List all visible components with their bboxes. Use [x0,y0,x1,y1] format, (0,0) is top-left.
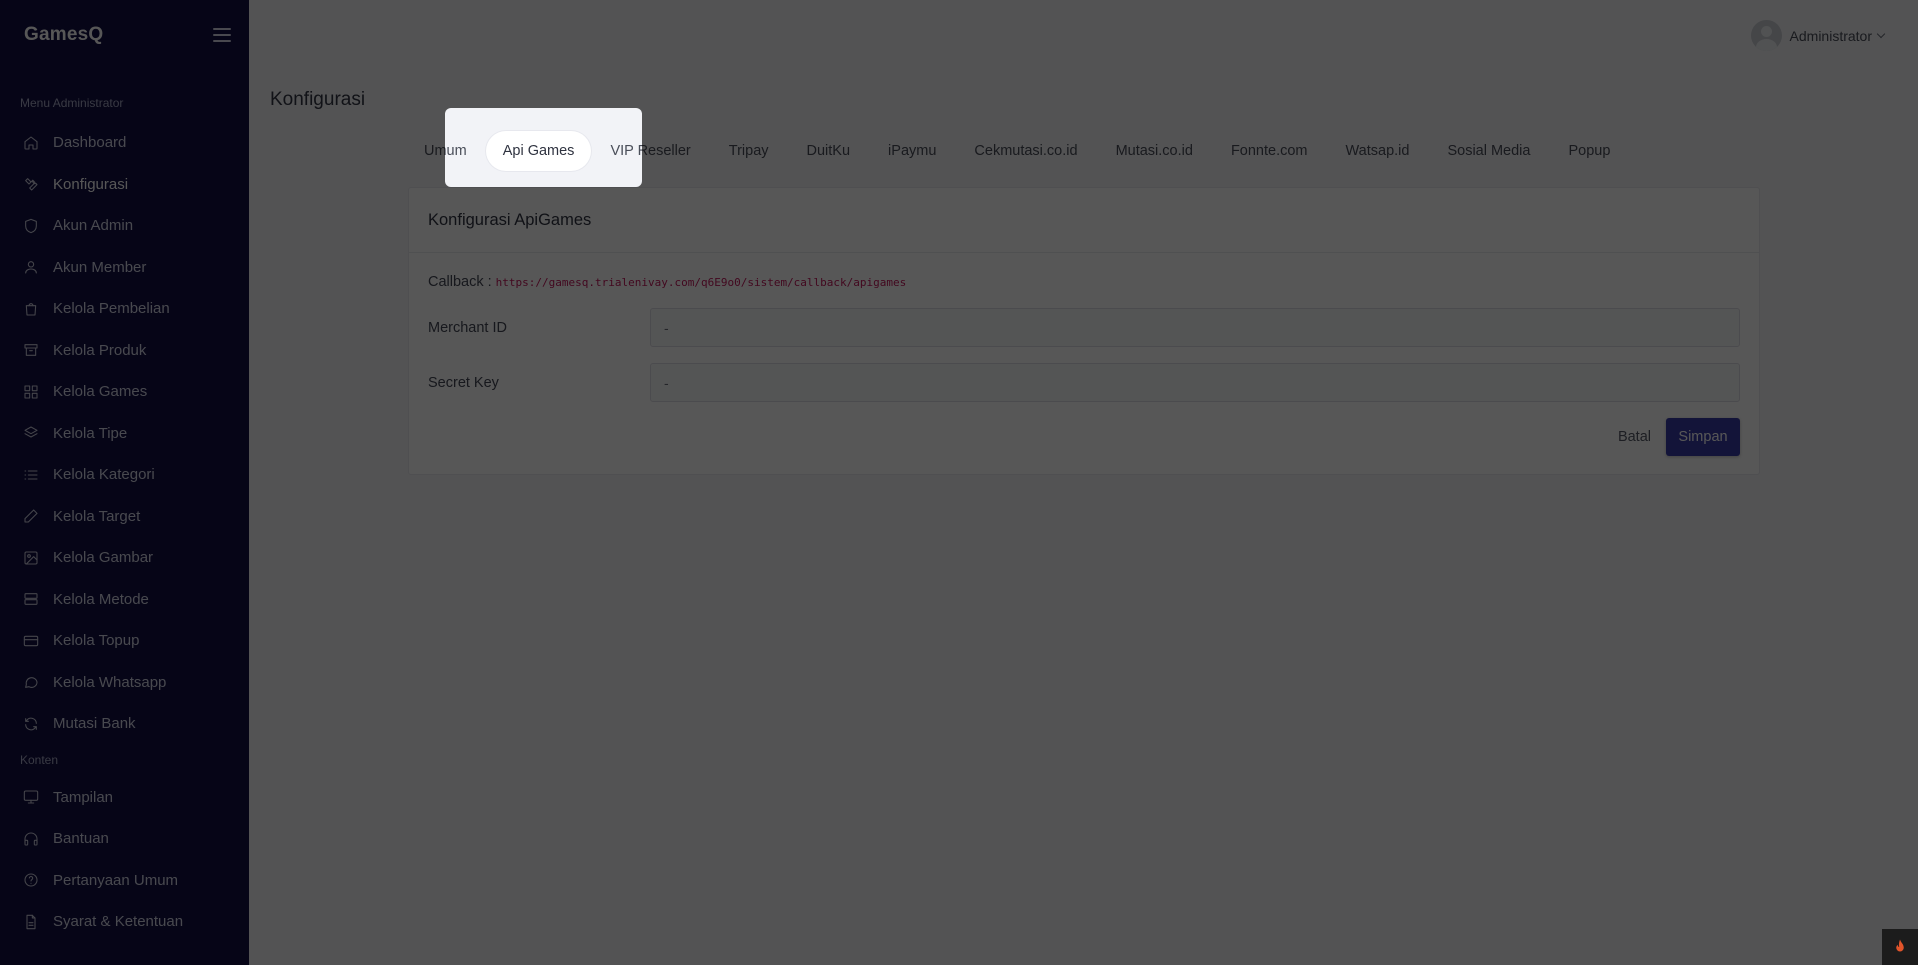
sidebar-section-admin: Menu Administrator [20,96,124,110]
config-tabs: Umum Api Games VIP Reseller Tripay DuitK… [410,131,1629,171]
card-title: Konfigurasi ApiGames [409,188,1759,253]
sidebar-item-kelola-whatsapp[interactable]: Kelola Whatsapp [0,662,249,704]
tab-fonnte[interactable]: Fonnte.com [1212,131,1327,171]
callback-row: Callback : https://gamesq.trialenivay.co… [428,270,1740,294]
tab-cekmutasi[interactable]: Cekmutasi.co.id [955,131,1096,171]
cancel-button[interactable]: Batal [1603,418,1666,456]
sidebar-item-label: Kelola Metode [53,590,149,608]
image-icon [22,549,40,567]
sidebar-item-kelola-target[interactable]: Kelola Target [0,496,249,538]
shopping-bag-icon [22,300,40,318]
sidebar-item-kelola-topup[interactable]: Kelola Topup [0,620,249,662]
help-circle-icon [22,871,40,889]
tab-sosial-media[interactable]: Sosial Media [1428,131,1549,171]
apigames-config-card: Konfigurasi ApiGames Callback : https://… [408,187,1760,475]
home-icon [22,134,40,152]
sidebar-item-label: Syarat & Ketentuan [53,913,184,931]
wrench-icon [22,175,40,193]
sidebar-item-kelola-tipe[interactable]: Kelola Tipe [0,413,249,455]
sidebar-item-label: Mutasi Bank [53,715,136,733]
headphones-icon [22,830,40,848]
sidebar: GamesQ Menu Administrator Dashboard Konf… [0,0,249,965]
save-button[interactable]: Simpan [1666,418,1740,456]
refresh-icon [22,715,40,733]
credit-card-icon [22,632,40,650]
sidebar-item-label: Pertanyaan Umum [53,871,179,889]
sidebar-item-label: Tampilan [53,788,114,806]
merchant-id-row: Merchant ID - [428,308,1740,347]
sidebar-item-konfigurasi[interactable]: Konfigurasi [0,164,249,206]
brand-logo[interactable]: GamesQ [24,24,103,46]
tab-vip-reseller[interactable]: VIP Reseller [591,131,709,171]
callback-url: https://gamesq.trialenivay.com/q6E9o0/si… [495,275,907,289]
sidebar-item-label: Kelola Games [53,383,148,401]
avatar[interactable] [1750,20,1782,51]
secret-key-row: Secret Key - [428,363,1740,402]
page-title: Konfigurasi [270,89,366,110]
sidebar-item-label: Dashboard [53,134,127,152]
chevron-down-icon [1876,29,1886,39]
sidebar-item-akun-member[interactable]: Akun Member [0,247,249,289]
merchant-id-field[interactable]: - [650,308,1740,347]
card-body: Callback : https://gamesq.trialenivay.co… [409,253,1759,456]
shield-icon [22,217,40,235]
tab-umum[interactable]: Umum [410,131,486,171]
server-icon [22,590,40,608]
sidebar-item-label: Akun Admin [53,217,134,235]
merchant-id-label: Merchant ID [428,319,507,336]
tab-ipaymu[interactable]: iPaymu [869,131,955,171]
message-circle-icon [22,673,40,691]
file-text-icon [22,913,40,931]
sidebar-item-label: Kelola Pembelian [53,300,170,318]
sidebar-item-syarat-ketentuan[interactable]: Syarat & Ketentuan [0,901,249,943]
sidebar-item-mutasi-bank[interactable]: Mutasi Bank [0,703,249,745]
sidebar-item-label: Kelola Topup [53,632,140,650]
list-icon [22,466,40,484]
layers-icon [22,424,40,442]
sidebar-item-kelola-produk[interactable]: Kelola Produk [0,330,249,372]
archive-icon [22,341,40,359]
sidebar-item-label: Kelola Kategori [53,466,155,484]
tab-watsap[interactable]: Watsap.id [1327,131,1429,171]
sidebar-item-kelola-kategori[interactable]: Kelola Kategori [0,454,249,496]
user-icon [22,258,40,276]
user-menu[interactable]: Administrator [1750,20,1886,51]
sidebar-header: GamesQ [0,0,249,70]
sidebar-item-label: Konfigurasi [53,175,129,193]
user-name: Administrator [1789,27,1872,44]
sidebar-item-kelola-metode[interactable]: Kelola Metode [0,579,249,621]
sidebar-item-akun-admin[interactable]: Akun Admin [0,205,249,247]
sidebar-item-label: Kelola Gambar [53,549,154,567]
sidebar-item-kelola-games[interactable]: Kelola Games [0,371,249,413]
callback-label: Callback : [428,274,492,290]
sidebar-item-tampilan[interactable]: Tampilan [0,777,249,819]
sidebar-item-label: Kelola Target [53,507,141,525]
tab-duitku[interactable]: DuitKu [788,131,870,171]
tab-tripay[interactable]: Tripay [710,131,788,171]
tab-mutasi[interactable]: Mutasi.co.id [1097,131,1212,171]
pen-icon [22,507,40,525]
secret-key-field[interactable]: - [650,363,1740,402]
sidebar-item-kelola-gambar[interactable]: Kelola Gambar [0,537,249,579]
tab-api-games[interactable]: Api Games [485,131,592,171]
form-actions: Batal Simpan [428,418,1740,456]
sidebar-item-bantuan[interactable]: Bantuan [0,818,249,860]
sidebar-item-pertanyaan-umum[interactable]: Pertanyaan Umum [0,860,249,902]
monitor-icon [22,788,40,806]
sidebar-item-label: Kelola Whatsapp [53,673,167,691]
sidebar-item-label: Bantuan [53,830,109,848]
grid-icon [22,383,40,401]
sidebar-item-label: Kelola Tipe [53,424,128,442]
sidebar-item-kelola-pembelian[interactable]: Kelola Pembelian [0,288,249,330]
secret-key-label: Secret Key [428,374,499,391]
topbar: Administrator [249,0,1918,68]
tab-popup[interactable]: Popup [1549,131,1629,171]
sidebar-item-dashboard[interactable]: Dashboard [0,122,249,164]
flame-icon[interactable] [1882,929,1918,965]
sidebar-item-label: Kelola Produk [53,341,147,359]
sidebar-item-label: Akun Member [53,258,147,276]
sidebar-section-konten: Konten [20,752,59,767]
menu-toggle-icon[interactable] [213,28,231,42]
